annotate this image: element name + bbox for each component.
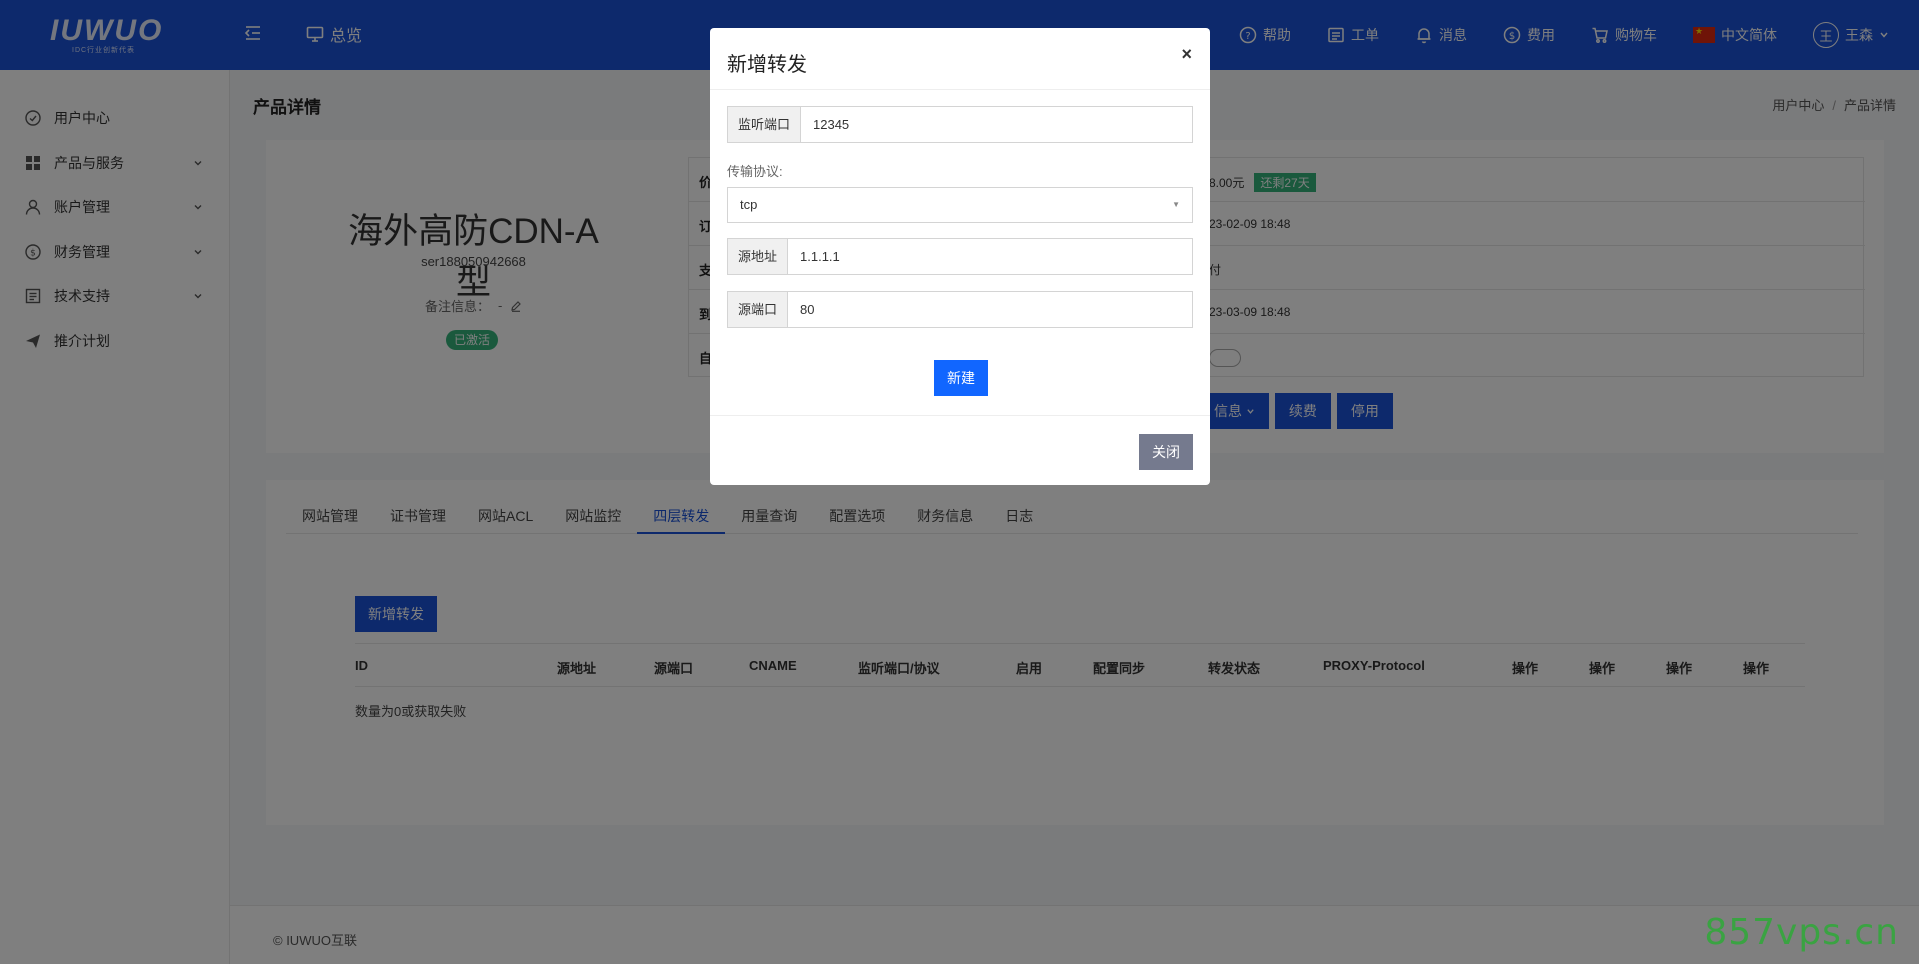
- close-icon[interactable]: ×: [1181, 44, 1192, 65]
- close-button[interactable]: 关闭: [1139, 434, 1193, 470]
- source-address-field: 源地址 1.1.1.1: [727, 238, 1193, 275]
- protocol-selected-value: tcp: [740, 197, 758, 212]
- listen-port-field: 监听端口 12345: [727, 106, 1193, 143]
- modal-title: 新增转发: [727, 54, 807, 76]
- source-port-input[interactable]: 80: [788, 292, 1192, 327]
- source-address-input[interactable]: 1.1.1.1: [788, 239, 1192, 274]
- source-port-label: 源端口: [728, 292, 789, 327]
- source-port-field: 源端口 80: [727, 291, 1193, 328]
- watermark: 857vps.cn: [1704, 912, 1899, 953]
- add-forward-modal: 新增转发 × 监听端口 12345 传输协议: tcp ▼ 源地址 1.1.1.…: [710, 28, 1210, 485]
- listen-port-input[interactable]: 12345: [801, 107, 1192, 142]
- source-address-label: 源地址: [728, 239, 789, 274]
- create-button[interactable]: 新建: [934, 360, 988, 396]
- protocol-label: 传输协议:: [727, 164, 783, 179]
- modal-header: 新增转发 ×: [710, 28, 1210, 90]
- caret-down-icon: ▼: [1172, 200, 1180, 209]
- protocol-select[interactable]: tcp ▼: [727, 187, 1193, 223]
- listen-port-label: 监听端口: [728, 107, 802, 142]
- modal-footer: 关闭: [710, 415, 1210, 485]
